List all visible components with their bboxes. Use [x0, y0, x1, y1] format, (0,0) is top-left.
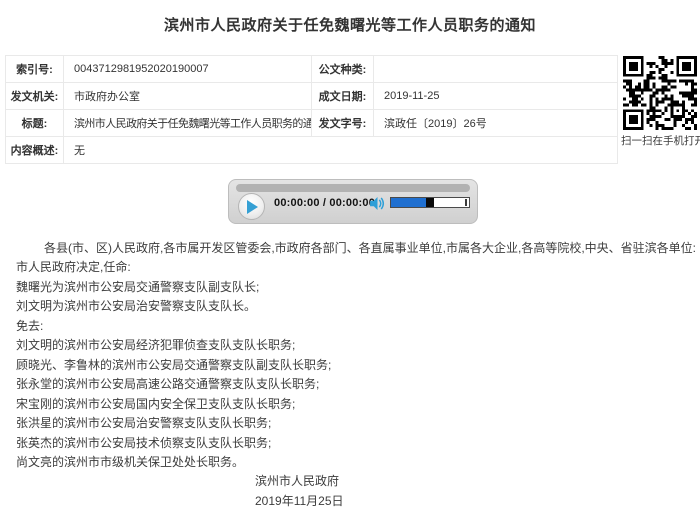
body-line: 魏曙光为滨州市公安局交通警察支队副支队长;: [16, 278, 692, 297]
time-display: 00:00:00 / 00:00:00: [274, 197, 375, 209]
body-line: 宋宝刚的滨州市公安局国内安全保卫支队支队长职务;: [16, 395, 692, 414]
meta-label-index-no: 索引号:: [6, 56, 64, 83]
qr-code-block: 扫一扫在手机打开: [621, 56, 699, 148]
meta-row-1: 索引号: 0043712981952020190007 公文种类:: [6, 56, 618, 83]
qr-code-image: [623, 56, 697, 130]
signature: 滨州市人民政府: [16, 472, 692, 491]
meta-label-issuing-org: 发文机关:: [6, 83, 64, 110]
body-line: 刘文明的滨州市公安局经济犯罪侦查支队支队长职务;: [16, 336, 692, 355]
play-icon: [247, 200, 258, 214]
body-line: 张洪星的滨州市公安局治安警察支队支队长职务;: [16, 414, 692, 433]
body-line: 刘文明为滨州市公安局治安警察支队支队长。: [16, 297, 692, 316]
signature-date: 2019年11月25日: [16, 492, 692, 511]
meta-label-title: 标题:: [6, 110, 64, 137]
page-title: 滨州市人民政府关于任免魏曙光等工作人员职务的通知: [0, 14, 700, 35]
speaker-icon[interactable]: [370, 197, 385, 210]
document-body: 各县(市、区)人民政府,各市属开发区管委会,市政府各部门、各直属事业单位,市属各…: [16, 239, 692, 511]
meta-value-summary: 无: [64, 137, 618, 164]
body-line: 张英杰的滨州市公安局技术侦察支队支队长职务;: [16, 434, 692, 453]
audio-player: 00:00:00 / 00:00:00: [228, 179, 478, 224]
play-button[interactable]: [238, 193, 265, 220]
body-line: 各县(市、区)人民政府,各市属开发区管委会,市政府各部门、各直属事业单位,市属各…: [16, 239, 692, 258]
meta-row-3: 标题: 滨州市人民政府关于任免魏曙光等工作人员职务的通知 发文字号: 滨政任〔2…: [6, 110, 618, 137]
body-line: 尚文亮的滨州市市级机关保卫处处长职务。: [16, 453, 692, 472]
volume-endcap: [465, 199, 467, 206]
volume-slider[interactable]: [390, 197, 470, 208]
body-line: 免去:: [16, 317, 692, 336]
volume-fill: [391, 198, 426, 207]
meta-value-index-no: 0043712981952020190007: [64, 56, 312, 83]
body-line: 市人民政府决定,任命:: [16, 258, 692, 277]
meta-value-issuing-org: 市政府办公室: [64, 83, 312, 110]
document-meta-table: 索引号: 0043712981952020190007 公文种类: 发文机关: …: [5, 55, 618, 164]
seek-bar[interactable]: [236, 184, 470, 192]
meta-value-doc-no: 滨政任〔2019〕26号: [374, 110, 618, 137]
meta-label-summary: 内容概述:: [6, 137, 64, 164]
meta-label-doc-no: 发文字号:: [312, 110, 374, 137]
body-line: 张永堂的滨州市公安局高速公路交通警察支队支队长职务;: [16, 375, 692, 394]
body-line: 顾晓光、李鲁林的滨州市公安局交通警察支队副支队长职务;: [16, 356, 692, 375]
meta-row-2: 发文机关: 市政府办公室 成文日期: 2019-11-25: [6, 83, 618, 110]
meta-label-doc-type: 公文种类:: [312, 56, 374, 83]
meta-value-issue-date: 2019-11-25: [374, 83, 618, 110]
meta-value-doc-type: [374, 56, 618, 83]
meta-label-issue-date: 成文日期:: [312, 83, 374, 110]
meta-value-title: 滨州市人民政府关于任免魏曙光等工作人员职务的通知: [64, 110, 312, 137]
meta-row-4: 内容概述: 无: [6, 137, 618, 164]
volume-handle[interactable]: [426, 198, 434, 207]
qr-caption: 扫一扫在手机打开: [621, 133, 699, 148]
